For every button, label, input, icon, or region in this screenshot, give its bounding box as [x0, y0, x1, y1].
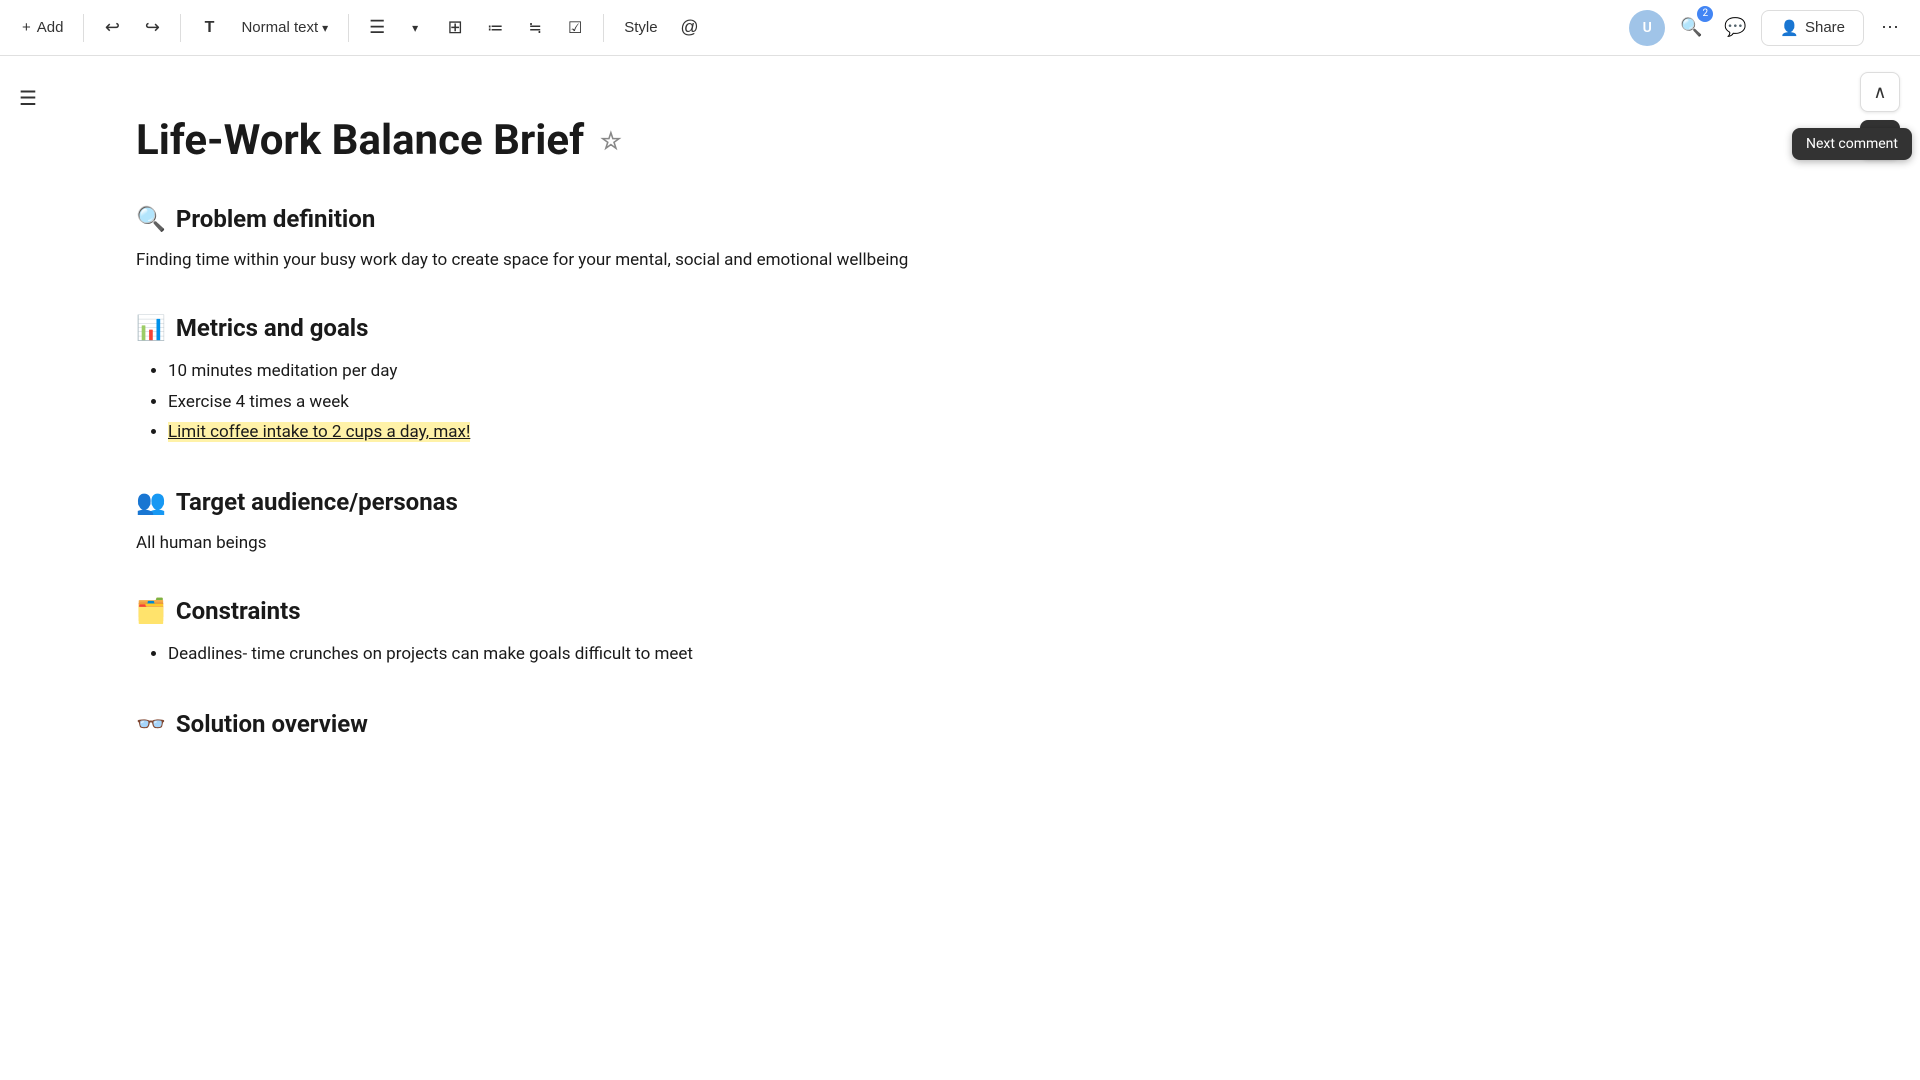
problem-icon: 🔍: [136, 205, 166, 233]
text-icon: T: [205, 19, 215, 37]
more-options-button[interactable]: ⋯: [1872, 10, 1908, 46]
prev-comment-button[interactable]: ∧: [1860, 72, 1900, 112]
list-item: Exercise 4 times a week: [168, 387, 1720, 418]
redo-icon: ↪: [145, 17, 160, 38]
plus-icon: +: [22, 19, 31, 36]
toolbar-right: U 🔍 2 💬 👤 Share ⋯: [1629, 10, 1908, 46]
metrics-icon: 📊: [136, 314, 166, 342]
chevron-down-icon: ▾: [412, 21, 418, 35]
section-heading-problem: 🔍 Problem definition: [136, 205, 1720, 233]
redo-button[interactable]: ↪: [134, 10, 170, 46]
align-button[interactable]: ☰: [359, 10, 395, 46]
comments-icon: 💬: [1724, 17, 1746, 38]
share-label: Share: [1805, 19, 1845, 36]
divider-2: [180, 14, 181, 42]
notification-count: 2: [1697, 6, 1713, 22]
solution-icon: 👓: [136, 710, 166, 738]
list-item: Limit coffee intake to 2 cups a day, max…: [168, 417, 1720, 448]
favorite-star-icon[interactable]: ☆: [600, 127, 622, 155]
style-label: Style: [624, 19, 657, 36]
title-text: Life-Work Balance Brief: [136, 116, 584, 165]
tooltip-label: Next comment: [1806, 136, 1898, 152]
toolbar: + Add ↩ ↪ T Normal text ▾ ☰ ▾ ⊞ ≔ ≒: [0, 0, 1920, 56]
highlighted-text: Limit coffee intake to 2 cups a day, max…: [168, 422, 470, 442]
content-area: Life-Work Balance Brief ☆ 🔍 Problem defi…: [56, 56, 1840, 1080]
sidebar-toggle-area: ☰: [0, 56, 56, 1080]
add-button[interactable]: + Add: [12, 13, 73, 42]
section-heading-audience: 👥 Target audience/personas: [136, 488, 1720, 516]
divider-4: [603, 14, 604, 42]
chevron-down-icon: ▾: [322, 21, 328, 35]
comments-button[interactable]: 💬: [1717, 10, 1753, 46]
section-heading-constraints: 🗂️ Constraints: [136, 597, 1720, 625]
checklist-button[interactable]: ☑: [557, 10, 593, 46]
constraints-icon: 🗂️: [136, 597, 166, 625]
notification-badge[interactable]: 🔍 2: [1673, 10, 1709, 46]
text-style-label: Normal text: [241, 19, 318, 36]
list-item: Deadlines- time crunches on projects can…: [168, 639, 1720, 670]
share-user-icon: 👤: [1780, 19, 1799, 37]
sidebar-toggle-button[interactable]: ☰: [10, 80, 46, 116]
constraints-bullet-list: Deadlines- time crunches on projects can…: [136, 639, 1720, 670]
avatar[interactable]: U: [1629, 10, 1665, 46]
next-comment-tooltip: Next comment: [1792, 128, 1912, 160]
problem-heading-text: Problem definition: [176, 205, 375, 233]
solution-heading-text: Solution overview: [176, 710, 368, 738]
more-icon: ⋯: [1881, 17, 1899, 38]
section-metrics: 📊 Metrics and goals 10 minutes meditatio…: [136, 314, 1720, 448]
numbered-list-button[interactable]: ≒: [517, 10, 553, 46]
align-icon: ☰: [369, 17, 385, 38]
metrics-bullet-list: 10 minutes meditation per day Exercise 4…: [136, 356, 1720, 448]
text-style-dropdown[interactable]: Normal text ▾: [231, 13, 338, 42]
document-title: Life-Work Balance Brief ☆: [136, 116, 1720, 165]
share-button[interactable]: 👤 Share: [1761, 10, 1864, 46]
section-constraints: 🗂️ Constraints Deadlines- time crunches …: [136, 597, 1720, 670]
style-button[interactable]: Style: [614, 13, 667, 42]
list-item: 10 minutes meditation per day: [168, 356, 1720, 387]
metrics-heading-text: Metrics and goals: [176, 314, 369, 342]
chevron-up-icon: ∧: [1873, 82, 1886, 103]
add-label: Add: [37, 19, 64, 36]
bullet-list-icon: ≔: [487, 18, 503, 38]
check-icon: ☑: [568, 18, 582, 38]
audience-heading-text: Target audience/personas: [176, 488, 458, 516]
undo-icon: ↩: [105, 17, 120, 38]
section-heading-metrics: 📊 Metrics and goals: [136, 314, 1720, 342]
constraints-heading-text: Constraints: [176, 597, 301, 625]
divider-1: [83, 14, 84, 42]
undo-button[interactable]: ↩: [94, 10, 130, 46]
bullet-list-button[interactable]: ≔: [477, 10, 513, 46]
align-dropdown[interactable]: ▾: [397, 10, 433, 46]
mention-icon: @: [680, 17, 698, 38]
section-problem-definition: 🔍 Problem definition Finding time within…: [136, 205, 1720, 274]
mention-button[interactable]: @: [672, 10, 708, 46]
audience-text: All human beings: [136, 530, 1720, 557]
divider-3: [348, 14, 349, 42]
numbered-list-icon: ≒: [528, 18, 541, 38]
right-panel: ∧ ∨ Next comment: [1840, 56, 1920, 1080]
section-heading-solution: 👓 Solution overview: [136, 710, 1720, 738]
text-format-button[interactable]: T: [191, 10, 227, 46]
audience-icon: 👥: [136, 488, 166, 516]
align-group: ☰ ▾: [359, 10, 433, 46]
sidebar-toggle-icon: ☰: [19, 86, 37, 111]
section-solution: 👓 Solution overview: [136, 710, 1720, 738]
table-icon: ⊞: [448, 17, 463, 38]
table-button[interactable]: ⊞: [437, 10, 473, 46]
problem-text: Finding time within your busy work day t…: [136, 247, 1720, 274]
section-target-audience: 👥 Target audience/personas All human bei…: [136, 488, 1720, 557]
main-layout: ☰ Life-Work Balance Brief ☆ 🔍 Problem de…: [0, 56, 1920, 1080]
